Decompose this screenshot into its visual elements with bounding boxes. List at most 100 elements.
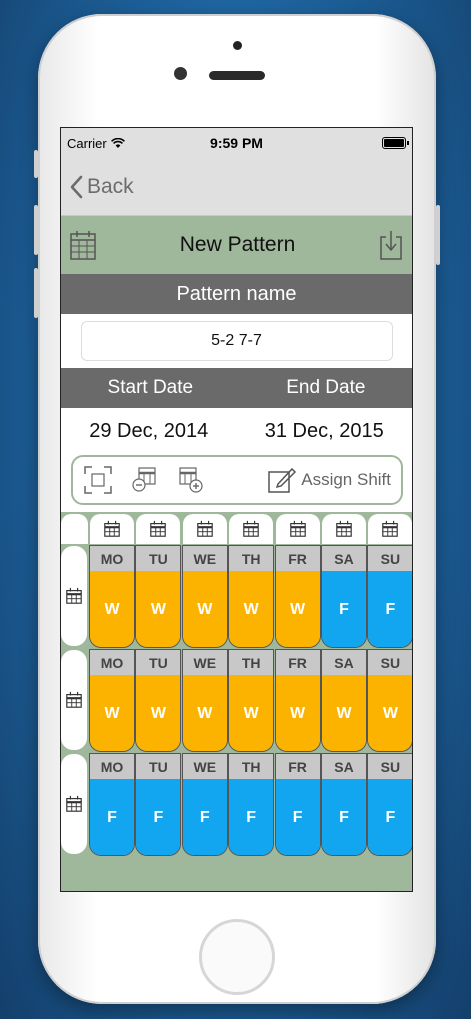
volume-down-button: [34, 268, 38, 318]
calendar-icon: [197, 520, 213, 537]
day-cell[interactable]: SA W: [321, 649, 367, 752]
week-row: MO F TU F WE F TH F FR F SA F SU F: [61, 753, 412, 857]
assign-shift-button[interactable]: Assign Shift: [267, 465, 391, 495]
column-select-button[interactable]: [229, 514, 274, 544]
shift-label: W: [368, 675, 412, 751]
header-corner: [61, 514, 88, 544]
day-cell[interactable]: MO W: [89, 545, 135, 648]
select-all-icon[interactable]: [83, 465, 113, 495]
calendar-icon: [66, 587, 82, 604]
edit-icon: [268, 467, 297, 493]
column-select-button[interactable]: [182, 514, 227, 544]
calendar-icon: [104, 520, 120, 537]
end-date-value[interactable]: 31 Dec, 2015: [265, 420, 384, 443]
column-select-button[interactable]: [368, 514, 412, 544]
app-screen: Carrier 9:59 PM Back New Pattern Pattern…: [60, 127, 413, 892]
day-cell[interactable]: SA F: [321, 753, 367, 856]
day-name-label: TH: [229, 650, 274, 675]
day-name-label: MO: [90, 546, 134, 571]
day-cell[interactable]: WE W: [181, 649, 228, 752]
day-name-label: WE: [182, 546, 227, 571]
day-name-label: FR: [275, 754, 320, 779]
shift-label: F: [368, 779, 412, 855]
date-header: Start Date End Date: [61, 368, 412, 408]
calendar-icon: [150, 520, 167, 537]
day-cell[interactable]: SU F: [367, 545, 412, 648]
shift-label: F: [322, 571, 366, 647]
day-cell[interactable]: TU W: [135, 545, 182, 648]
pattern-toolbar: Assign Shift: [71, 455, 403, 505]
day-name-label: TH: [229, 754, 274, 779]
page-title: New Pattern: [179, 233, 296, 256]
proximity-sensor: [233, 41, 242, 50]
day-cell[interactable]: SU W: [367, 649, 412, 752]
day-cell[interactable]: WE F: [181, 753, 228, 856]
column-select-button[interactable]: [322, 514, 366, 544]
shift-label: F: [229, 779, 274, 855]
day-cell[interactable]: TU W: [135, 649, 182, 752]
week-row: MO W TU W WE W TH W FR W SA F SU F: [61, 545, 412, 649]
start-date-label: Start Date: [107, 377, 194, 398]
add-week-icon[interactable]: [177, 465, 205, 495]
week-select-button[interactable]: [61, 754, 87, 854]
day-cell[interactable]: MO F: [89, 753, 135, 856]
shift-label: F: [322, 779, 366, 855]
pattern-name-input[interactable]: 5-2 7-7: [80, 321, 393, 361]
day-cell[interactable]: TU F: [135, 753, 182, 856]
calendar-icon[interactable]: [69, 229, 97, 261]
clock: 9:59 PM: [210, 135, 263, 151]
week-select-button[interactable]: [61, 546, 87, 646]
day-name-label: WE: [182, 754, 227, 779]
calendar-icon: [66, 691, 82, 708]
column-select-button[interactable]: [90, 514, 134, 544]
shift-label: W: [182, 675, 227, 751]
battery-icon: [382, 137, 409, 149]
assign-shift-label: Assign Shift: [301, 470, 391, 489]
day-name-label: SU: [368, 546, 412, 571]
power-button: [436, 205, 440, 265]
day-name-label: TU: [136, 650, 181, 675]
mute-switch: [34, 150, 38, 178]
shift-label: W: [229, 571, 274, 647]
shift-label: F: [90, 779, 134, 855]
day-cell[interactable]: MO W: [89, 649, 135, 752]
day-cell[interactable]: TH W: [228, 649, 275, 752]
day-name-label: TU: [136, 546, 181, 571]
shift-label: F: [136, 779, 181, 855]
day-cell[interactable]: FR W: [274, 545, 321, 648]
shift-label: W: [90, 675, 134, 751]
week-select-button[interactable]: [61, 650, 87, 750]
back-button[interactable]: Back: [69, 175, 134, 199]
calendar-icon: [289, 520, 306, 537]
day-cell[interactable]: TH W: [228, 545, 275, 648]
day-cell[interactable]: FR F: [274, 753, 321, 856]
column-select-button[interactable]: [275, 514, 320, 544]
day-name-label: SA: [322, 546, 366, 571]
day-name-label: SA: [322, 754, 366, 779]
day-cell[interactable]: SA F: [321, 545, 367, 648]
shift-label: W: [182, 571, 227, 647]
day-name-label: FR: [275, 546, 320, 571]
day-name-label: TH: [229, 546, 274, 571]
shift-label: W: [275, 675, 320, 751]
start-date-value[interactable]: 29 Dec, 2014: [89, 420, 208, 443]
home-button[interactable]: [199, 919, 275, 995]
shift-label: W: [136, 571, 181, 647]
day-cell[interactable]: WE W: [181, 545, 228, 648]
day-name-label: WE: [182, 650, 227, 675]
remove-week-icon[interactable]: [131, 465, 159, 495]
save-download-icon[interactable]: [378, 229, 404, 261]
status-bar: Carrier 9:59 PM: [61, 128, 412, 158]
day-name-label: TU: [136, 754, 181, 779]
toolbar-area: Assign Shift: [61, 454, 412, 514]
day-cell[interactable]: FR W: [274, 649, 321, 752]
day-name-label: MO: [90, 650, 134, 675]
column-select-button[interactable]: [136, 514, 181, 544]
calendar-icon: [66, 795, 82, 812]
pattern-grid: MO W TU W WE W TH W FR W SA F SU F MO W TU W WE W TH W FR W SA W S…: [61, 512, 412, 891]
back-label: Back: [87, 174, 134, 198]
day-cell[interactable]: SU F: [367, 753, 412, 856]
chevron-left-icon: [70, 175, 83, 198]
day-cell[interactable]: TH F: [228, 753, 275, 856]
shift-label: W: [90, 571, 134, 647]
